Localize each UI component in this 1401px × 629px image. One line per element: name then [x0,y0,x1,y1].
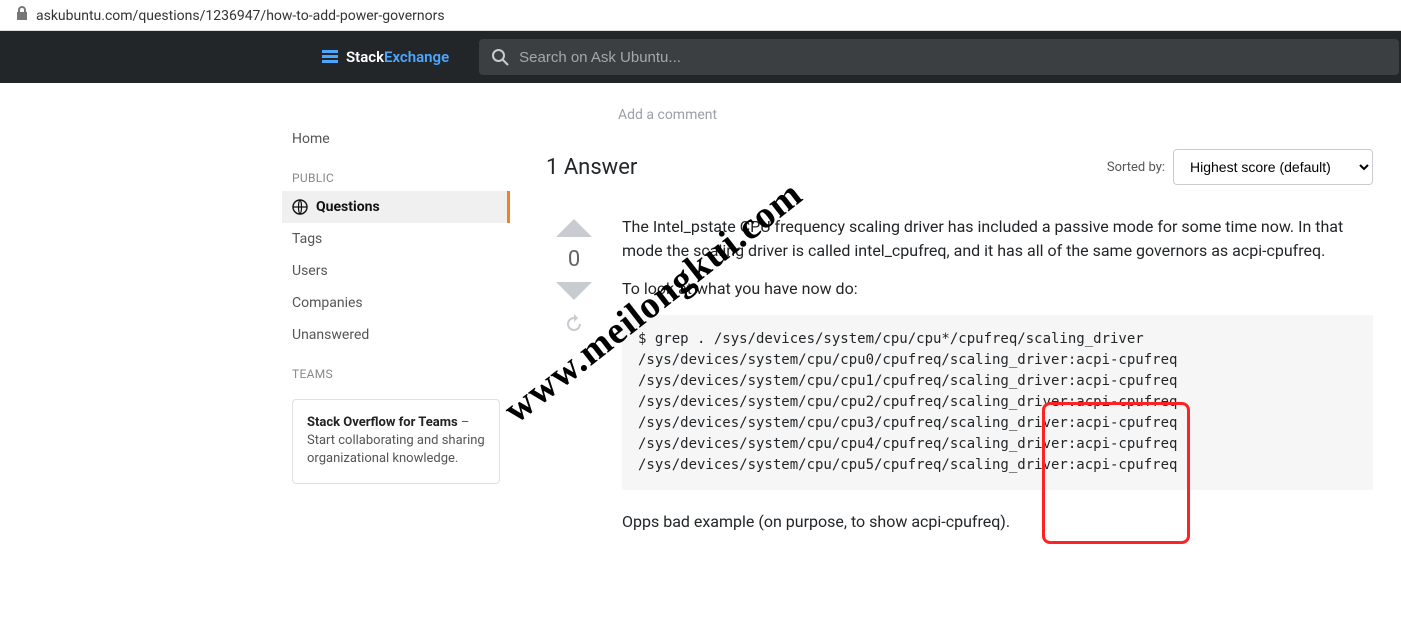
sort-select[interactable]: Highest score (default) [1173,149,1373,185]
sidebar-item-questions[interactable]: Questions [282,191,510,223]
search-icon [491,48,509,66]
sidebar-item-home[interactable]: Home [282,123,510,155]
stack-exchange-icon [320,47,340,67]
sidebar-item-companies[interactable]: Companies [282,287,510,319]
sidebar-item-unanswered[interactable]: Unanswered [282,319,510,351]
sort-label: Sorted by: [1107,160,1165,175]
code-block[interactable]: $ grep . /sys/devices/system/cpu/cpu*/cp… [622,315,1373,490]
sidebar-item-users[interactable]: Users [282,255,510,287]
brand-text: StackExchange [346,48,449,66]
answers-header: 1 Answer Sorted by: Highest score (defau… [546,149,1373,185]
upvote-button[interactable] [556,219,592,237]
answer-body: The Intel_pstate CPU frequency scaling d… [602,215,1373,548]
history-icon[interactable] [564,314,584,334]
teams-card-title: Stack Overflow for Teams [307,415,458,430]
search-box[interactable] [479,39,1399,75]
left-sidebar: Home PUBLIC Questions Tags Users Compani… [250,83,510,548]
url-text[interactable]: askubuntu.com/questions/1236947/how-to-a… [36,8,445,24]
answer: 0 The Intel_pstate CPU frequency scaling… [546,215,1373,548]
answer-para: The Intel_pstate CPU frequency scaling d… [622,215,1373,263]
main-area: Home PUBLIC Questions Tags Users Compani… [0,83,1401,548]
add-comment-link[interactable]: Add a comment [618,107,1373,123]
answer-para: Opps bad example (on purpose, to show ac… [622,510,1373,534]
answers-count-heading: 1 Answer [546,155,637,180]
sidebar-label-public: PUBLIC [282,155,510,191]
sort-control: Sorted by: Highest score (default) [1107,149,1373,185]
search-input[interactable] [519,49,1387,66]
answer-para: To look at what you have now do: [622,277,1373,301]
sidebar-item-tags[interactable]: Tags [282,223,510,255]
downvote-button[interactable] [556,282,592,300]
sidebar-label-teams: TEAMS [282,351,510,387]
content-area: Add a comment 1 Answer Sorted by: Highes… [510,83,1401,548]
globe-icon [292,199,308,215]
vote-column: 0 [546,215,602,548]
lock-icon [16,6,28,20]
sidebar-item-label: Questions [316,199,380,215]
vote-count: 0 [568,247,580,272]
top-bar: StackExchange [0,31,1401,83]
browser-url-bar: askubuntu.com/questions/1236947/how-to-a… [0,0,1401,31]
teams-card: Stack Overflow for Teams – Start collabo… [292,399,500,484]
brand-link[interactable]: StackExchange [320,47,449,67]
